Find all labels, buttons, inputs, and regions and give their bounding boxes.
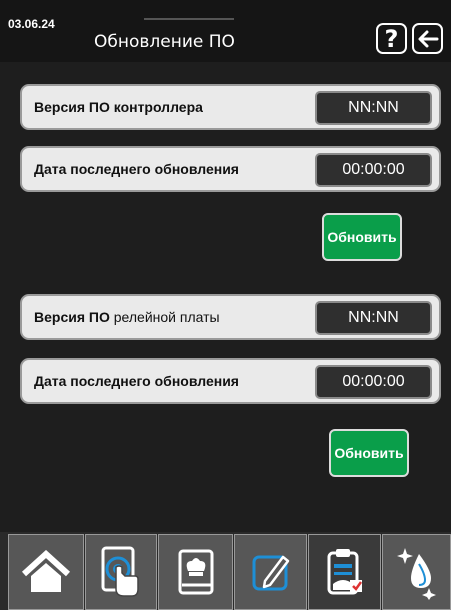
header-divider: [144, 18, 234, 20]
relay-version-label: Версия ПО релейной платы: [34, 309, 220, 325]
relay-version-panel: Версия ПО релейной платы NN:NN: [20, 294, 441, 340]
controller-update-date-panel: Дата последнего обновления 00:00:00: [20, 146, 441, 192]
back-arrow-icon: [418, 30, 438, 47]
clipboard-report-icon: [327, 549, 362, 595]
nav-reports[interactable]: [308, 534, 381, 610]
recipe-book-icon: [178, 549, 213, 595]
nav-touch[interactable]: [85, 534, 157, 610]
controller-update-button[interactable]: Обновить: [322, 213, 402, 261]
touch-tablet-icon: [101, 546, 139, 597]
relay-version-label-rest: релейной платы: [113, 309, 220, 325]
back-button[interactable]: [412, 23, 443, 54]
controller-version-panel: Версия ПО контроллера NN:NN: [20, 84, 441, 130]
controller-update-date-value: 00:00:00: [315, 153, 432, 187]
relay-version-label-bold: Версия ПО: [34, 309, 110, 325]
controller-version-value: NN:NN: [315, 91, 432, 125]
header-date: 03.06.24: [8, 17, 55, 31]
relay-version-value: NN:NN: [315, 301, 432, 335]
cleaning-drops-icon: [396, 548, 436, 600]
relay-update-date-panel: Дата последнего обновления 00:00:00: [20, 358, 441, 404]
relay-update-date-label: Дата последнего обновления: [34, 373, 239, 389]
bottom-navigation: [0, 532, 451, 610]
edit-pencil-icon: [252, 555, 289, 591]
nav-edit[interactable]: [234, 534, 307, 610]
nav-home[interactable]: [8, 534, 84, 610]
relay-update-button[interactable]: Обновить: [329, 429, 409, 477]
home-icon: [21, 550, 71, 592]
nav-recipes[interactable]: [158, 534, 233, 610]
help-button[interactable]: ?: [376, 23, 407, 54]
page-title: Обновление ПО: [94, 32, 235, 52]
controller-update-date-label: Дата последнего обновления: [34, 161, 239, 177]
nav-cleaning[interactable]: [382, 534, 451, 610]
main-content: Версия ПО контроллера NN:NN Дата последн…: [0, 62, 451, 532]
relay-update-date-value: 00:00:00: [315, 365, 432, 399]
controller-version-label: Версия ПО контроллера: [34, 99, 203, 115]
header-bar: 03.06.24 Обновление ПО ?: [0, 0, 451, 62]
help-icon: ?: [384, 24, 399, 53]
